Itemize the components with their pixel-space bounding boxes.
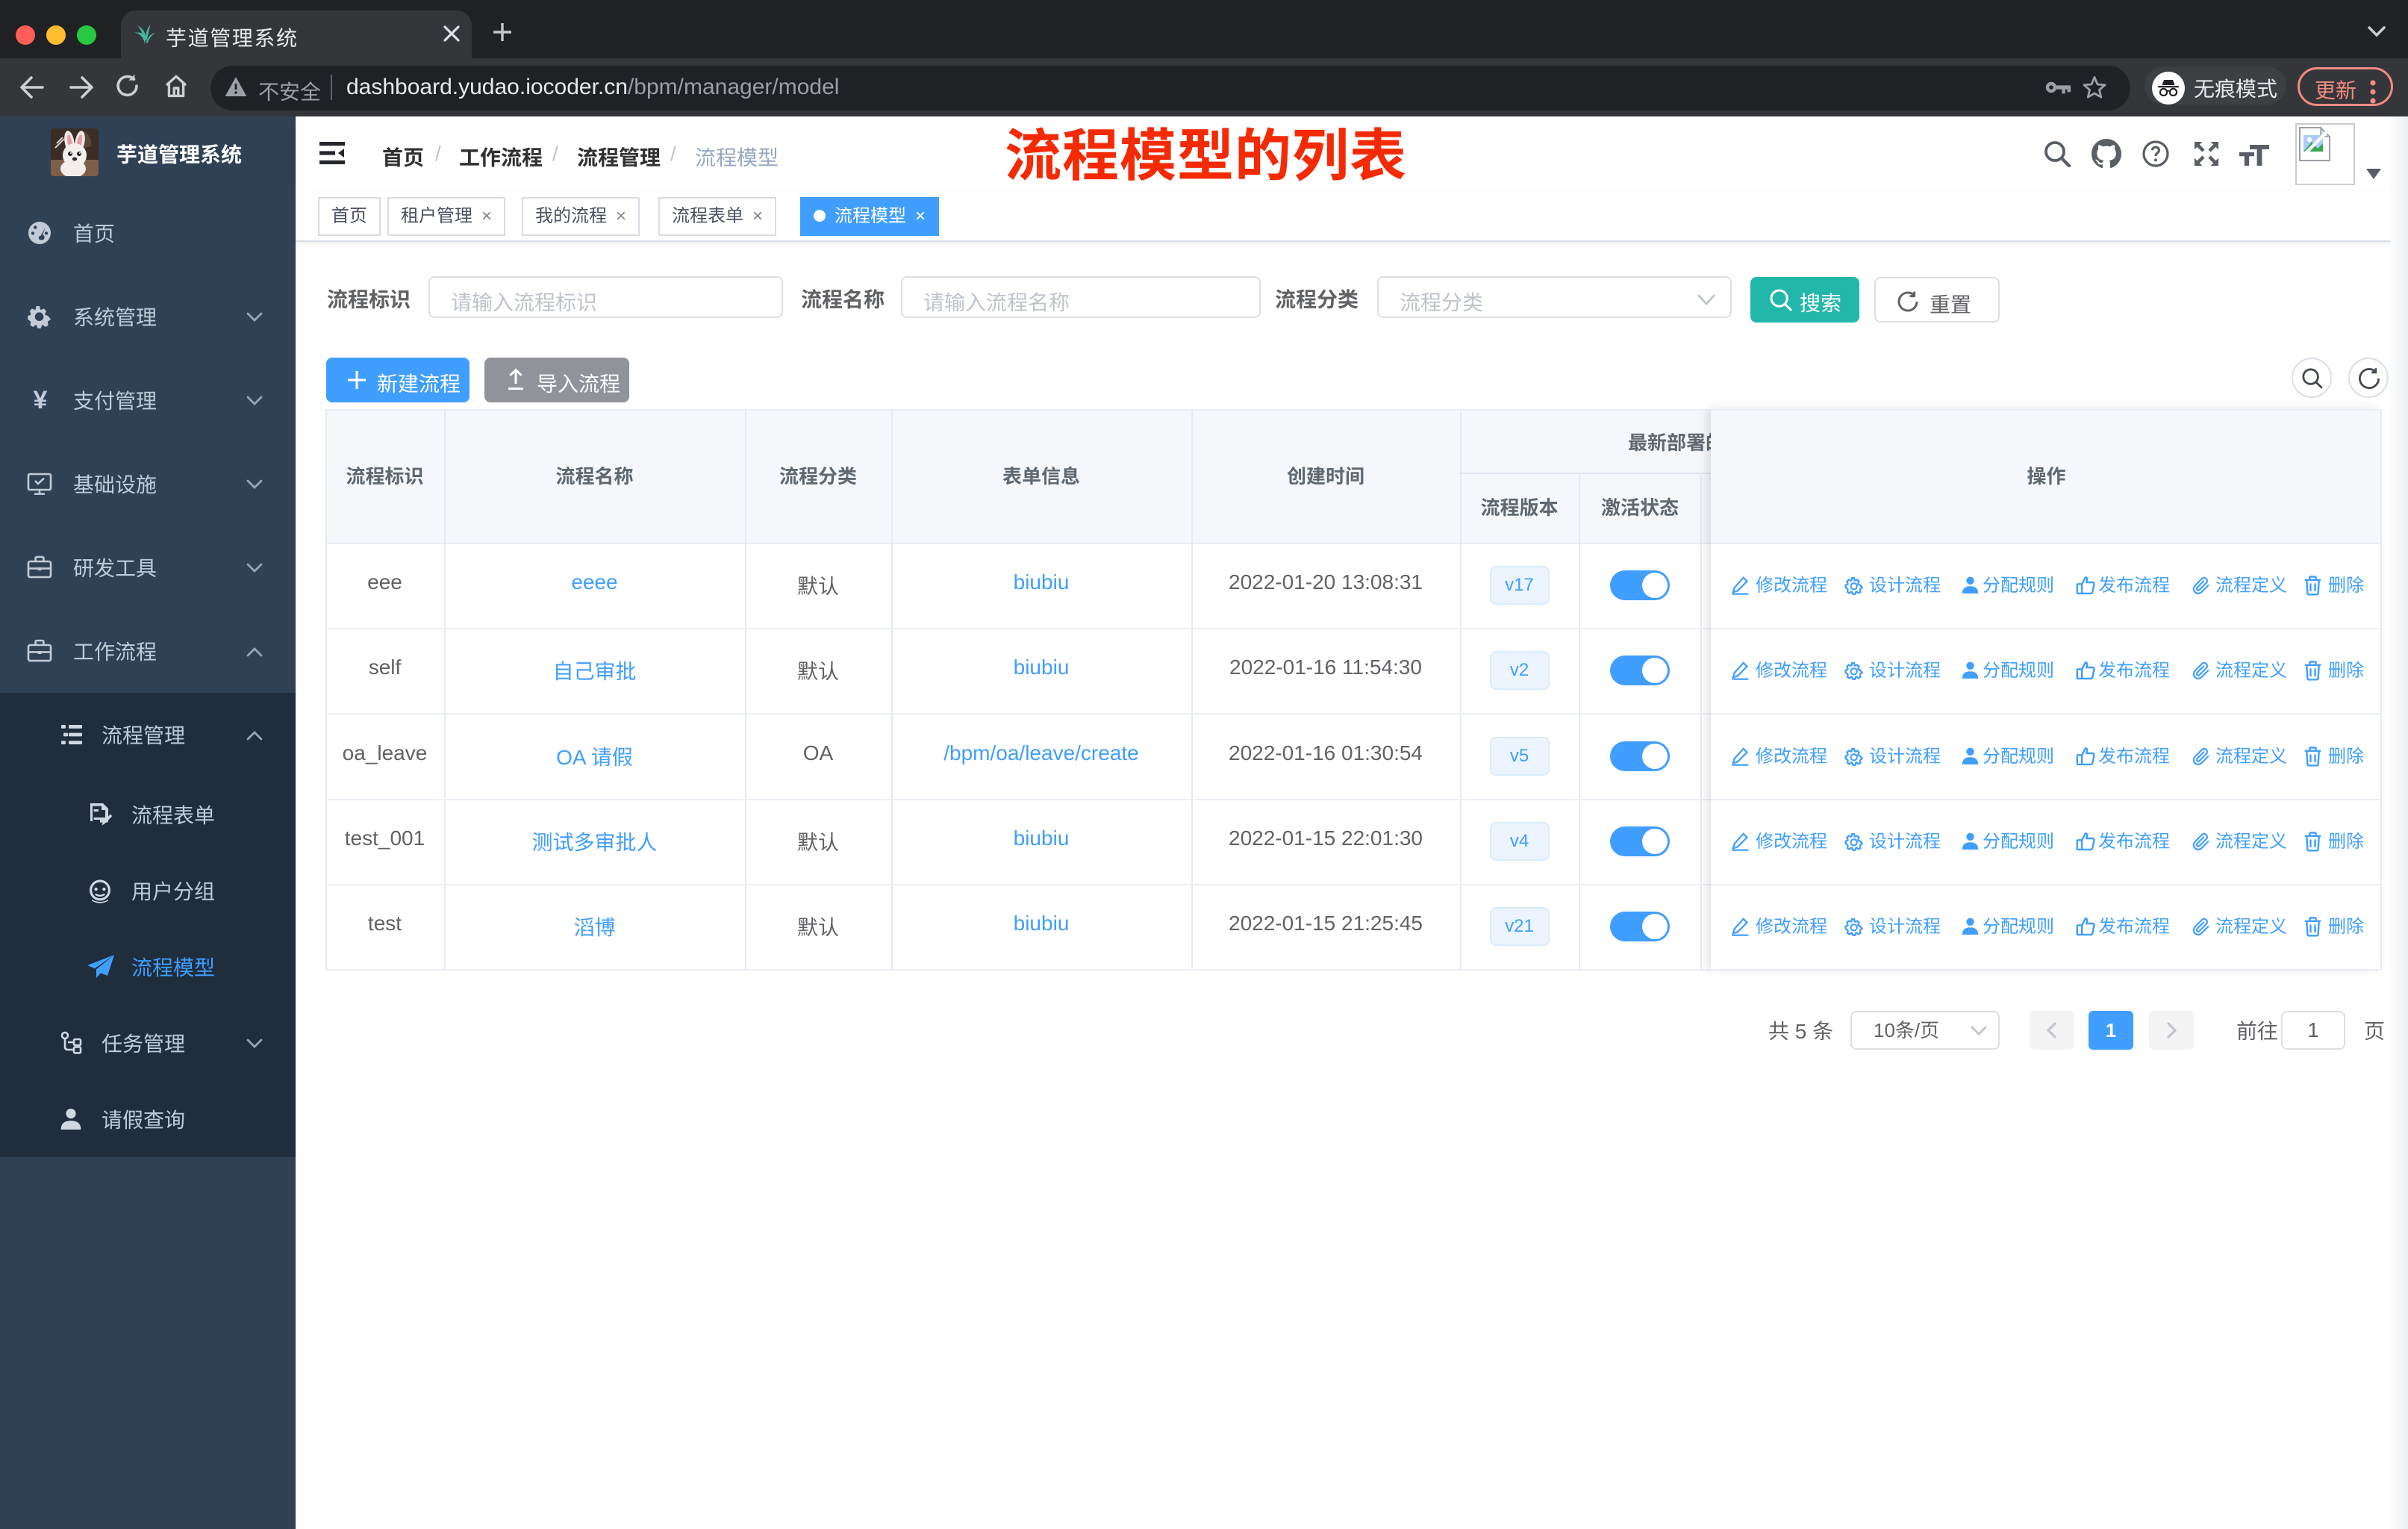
svg-text:¥: ¥ [34,387,48,414]
